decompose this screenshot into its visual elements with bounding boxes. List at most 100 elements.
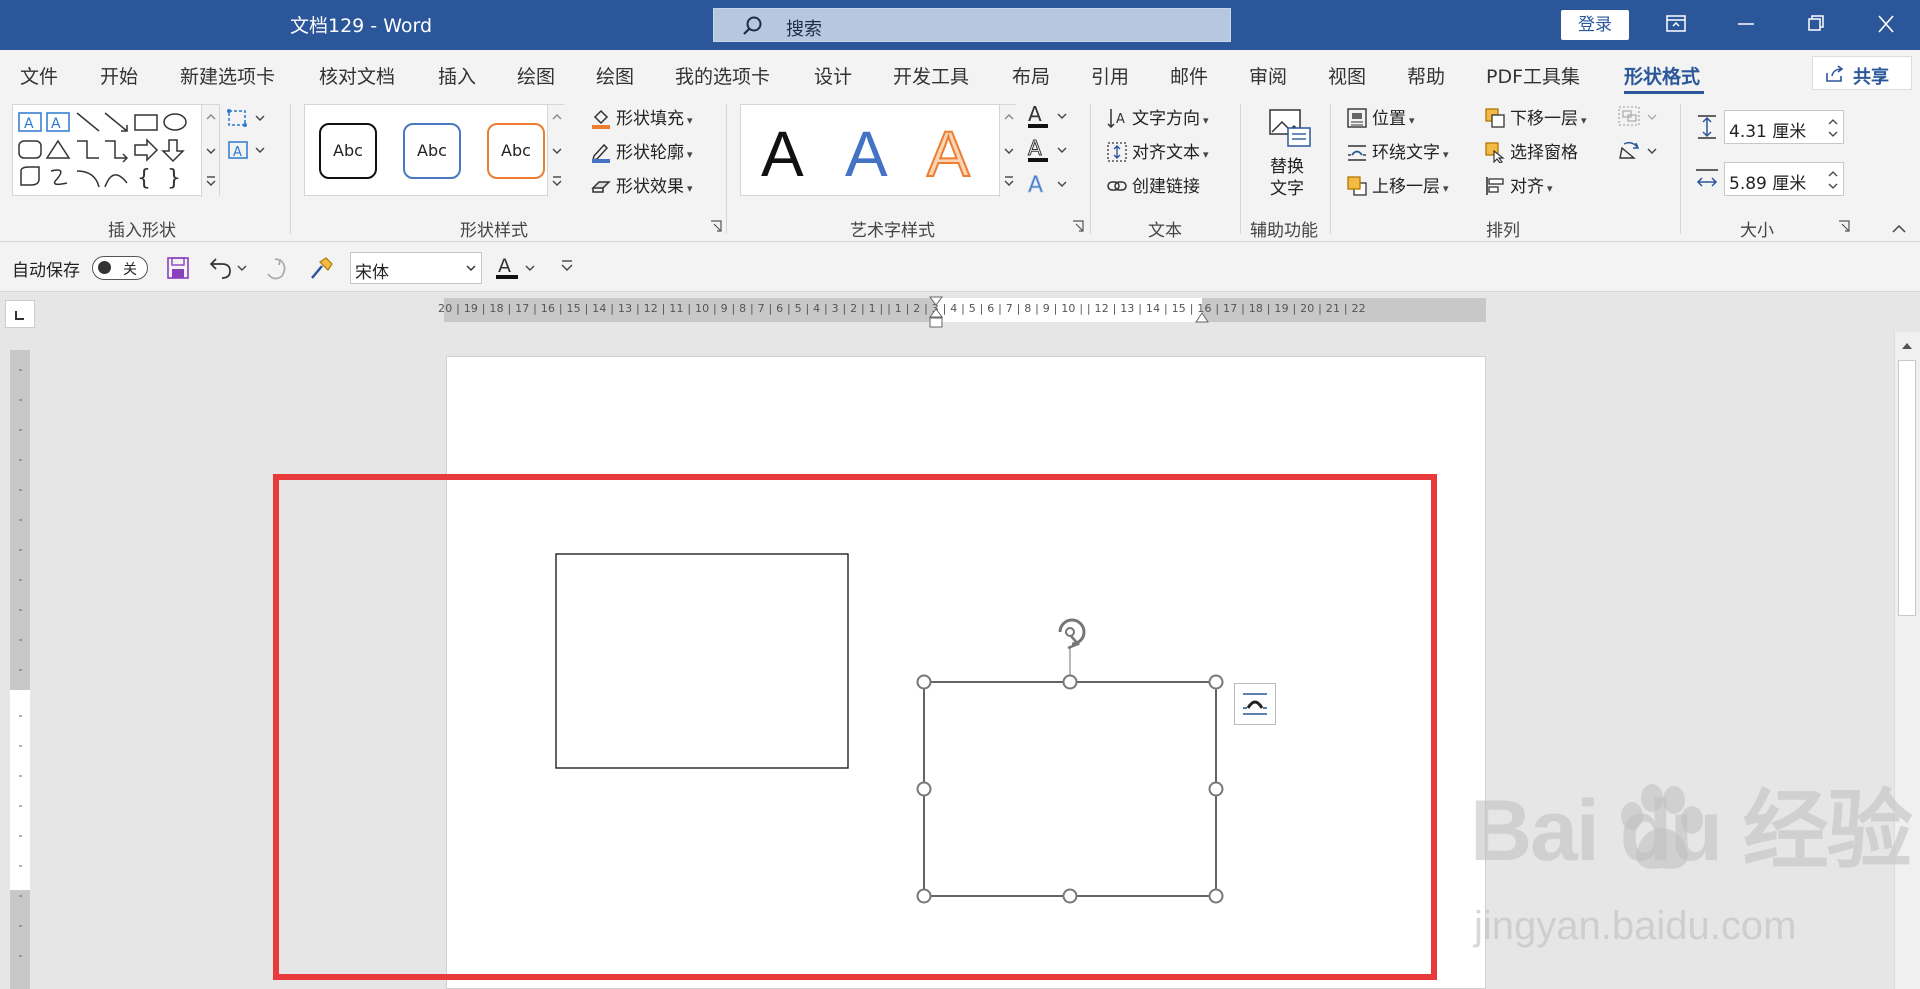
search-label: 搜索 [786,19,822,40]
svg-text:A: A [1028,136,1042,160]
tab-check-document[interactable]: 核对文档 [319,62,395,89]
alt-text-button[interactable]: 替换 文字 [1262,108,1318,208]
text-fill-button[interactable]: A [1026,102,1070,134]
shape-width-input[interactable]: 5.89 厘米 [1724,162,1844,196]
align-text-button[interactable]: 对齐文本 ▾ [1106,138,1209,163]
tab-references[interactable]: 引用 [1091,62,1129,89]
align-objects-button[interactable]: 对齐 ▾ [1484,172,1553,197]
paint-bucket-icon [592,109,610,129]
rotate-button[interactable] [1616,138,1660,168]
share-button[interactable]: 共享 [1812,56,1912,90]
shape-style-gallery[interactable]: Abc Abc Abc [304,104,565,197]
tab-developer[interactable]: 开发工具 [893,62,969,89]
spinner-arrows-icon[interactable] [1827,117,1839,139]
watermark-url: jingyan.baidu.com [1474,904,1797,948]
undo-icon[interactable] [206,256,250,280]
tab-stop-selector[interactable] [5,300,35,328]
close-button[interactable] [1856,0,1916,50]
collapse-ribbon-icon[interactable] [1892,224,1906,234]
edit-shape-button[interactable] [226,106,266,134]
dialog-launcher-icon[interactable] [1838,220,1850,232]
save-icon[interactable] [166,256,190,280]
wordart-style-gallery[interactable]: A A A [740,104,1017,197]
svg-text:A: A [1028,173,1043,198]
shape-style-sample-black[interactable]: Abc [319,123,377,179]
shape-gallery-scrollbar[interactable] [201,105,219,197]
ribbon-display-options-button[interactable] [1646,0,1706,50]
font-name-combobox[interactable]: 宋体 [350,252,482,284]
wordart-style-scrollbar[interactable] [999,105,1017,197]
login-button[interactable]: 登录 [1561,10,1629,40]
search-box[interactable]: 搜索 [713,8,1231,42]
text-outline-button[interactable]: A [1026,136,1070,168]
tab-insert[interactable]: 插入 [438,62,476,89]
spinner-arrows-icon[interactable] [1827,169,1839,191]
redo-icon[interactable] [264,256,290,282]
minimize-button[interactable] [1716,0,1776,50]
shape-effects-button[interactable]: 形状效果 ▾ [590,172,693,197]
wordart-sample-blue[interactable]: A [845,117,888,191]
shape-style-sample-blue[interactable]: Abc [403,123,461,179]
tab-new-tab[interactable]: 新建选项卡 [180,62,275,89]
wordart-sample-orange[interactable]: A [926,117,971,191]
tab-layout[interactable]: 布局 [1012,62,1050,89]
shape-style-scrollbar[interactable] [547,105,565,197]
tab-draw-2[interactable]: 绘图 [596,62,634,89]
send-backward-button[interactable]: 下移一层 ▾ [1484,104,1587,129]
text-fill-icon: A [1028,102,1067,128]
group-separator [1090,104,1091,234]
draw-text-box-button[interactable]: A [226,138,266,166]
right-indent-marker-icon[interactable] [1194,310,1210,324]
edit-shape-icon [227,109,265,127]
autosave-toggle[interactable]: 关 [92,256,148,280]
selection-pane-button[interactable]: 选择窗格 [1484,138,1578,163]
toggle-knob [98,261,111,274]
tab-my-tab[interactable]: 我的选项卡 [675,62,770,89]
selection-pane-icon [1485,142,1505,163]
format-painter-icon[interactable] [308,254,336,282]
align-objects-label: 对齐 [1510,177,1544,197]
text-direction-button[interactable]: A 文字方向 ▾ [1106,104,1209,129]
wordart-sample-black[interactable]: A [761,117,804,191]
group-label-size: 大小 [1740,221,1774,241]
position-button[interactable]: 位置 ▾ [1346,104,1415,129]
left-tab-icon [15,311,24,320]
svg-text:A: A [1116,112,1125,127]
shape-width-value: 5.89 厘米 [1729,174,1807,194]
tab-mailings[interactable]: 邮件 [1170,62,1208,89]
wrap-text-button[interactable]: 环绕文字 ▾ [1346,138,1449,163]
shape-style-sample-orange[interactable]: Abc [487,123,545,179]
tab-view[interactable]: 视图 [1328,62,1366,89]
search-icon [743,16,762,35]
vertical-ruler-ticks [19,369,22,957]
indent-marker-icon[interactable] [928,296,944,332]
tab-review[interactable]: 审阅 [1249,62,1287,89]
shape-outline-button[interactable]: 形状轮廓 ▾ [590,138,693,163]
scrollbar-thumb[interactable] [1898,360,1916,616]
tab-design[interactable]: 设计 [814,62,852,89]
svg-text:}: } [167,166,181,191]
bring-forward-button[interactable]: 上移一层 ▾ [1346,172,1449,197]
shape-height-input[interactable]: 4.31 厘米 [1724,110,1844,144]
text-effects-button[interactable]: A [1026,170,1070,202]
dialog-launcher-icon[interactable] [710,220,722,232]
tab-home[interactable]: 开始 [100,62,138,89]
customize-qat-icon[interactable] [560,258,574,274]
tab-draw-1[interactable]: 绘图 [517,62,555,89]
restore-button[interactable] [1786,0,1846,50]
svg-text:{: { [137,166,151,191]
font-color-icon[interactable]: A [496,254,542,282]
shape-gallery[interactable]: A A { } [12,104,220,197]
selection-pane-label: 选择窗格 [1510,143,1578,163]
create-link-button[interactable]: 创建链接 [1106,172,1200,197]
scroll-up-icon[interactable] [1900,340,1914,352]
minimize-icon [1738,23,1754,25]
dialog-launcher-icon[interactable] [1072,220,1084,232]
tab-shape-format[interactable]: 形状格式 [1624,62,1700,89]
bring-forward-icon [1347,176,1367,196]
tab-pdf-tools[interactable]: PDF工具集 [1486,62,1580,89]
shape-fill-button[interactable]: 形状填充 ▾ [590,104,693,129]
tab-help[interactable]: 帮助 [1407,62,1445,89]
tab-file[interactable]: 文件 [20,62,58,89]
group-objects-button[interactable] [1616,104,1660,134]
